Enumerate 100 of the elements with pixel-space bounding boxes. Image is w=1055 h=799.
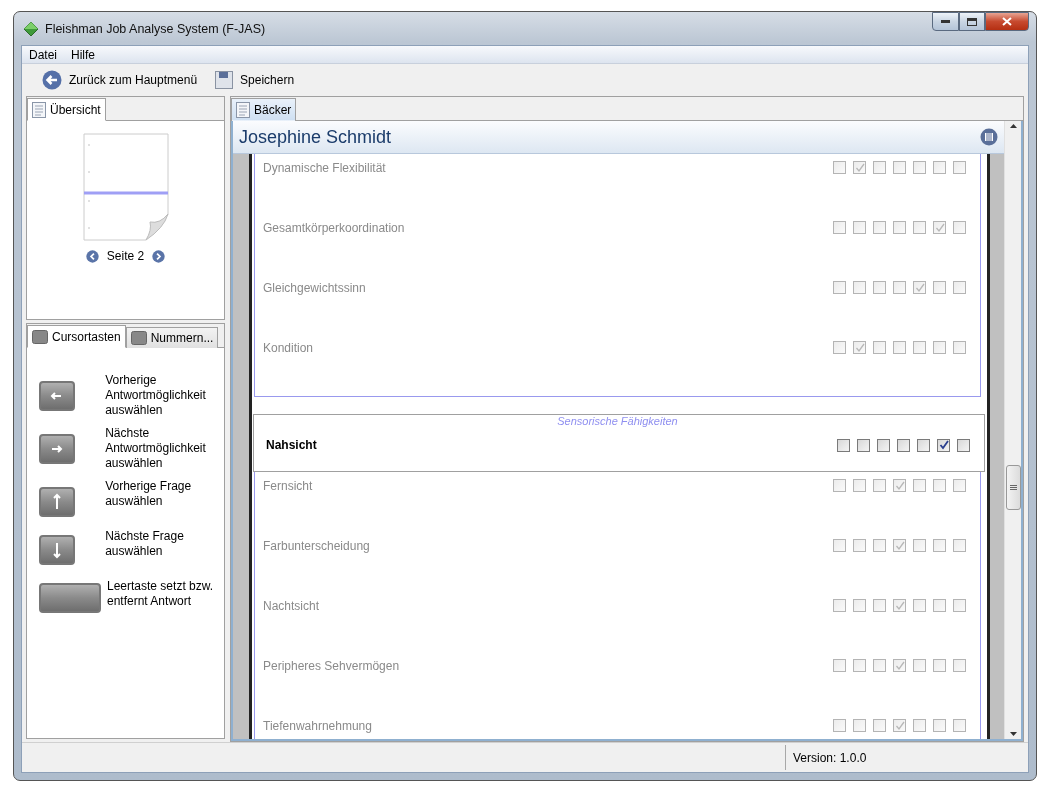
- checkbox[interactable]: [933, 599, 946, 612]
- checkbox[interactable]: [877, 438, 890, 452]
- checkbox[interactable]: [913, 659, 926, 672]
- checkbox[interactable]: [933, 539, 946, 552]
- scroll-down-icon[interactable]: [1009, 732, 1017, 736]
- checkbox[interactable]: [913, 341, 926, 354]
- menu-item[interactable]: Hilfe: [64, 46, 103, 63]
- checkbox[interactable]: [893, 221, 906, 234]
- close-button[interactable]: [985, 12, 1029, 31]
- checkbox[interactable]: [893, 539, 906, 552]
- up-arrow-key-icon: [39, 487, 75, 517]
- checkbox[interactable]: [853, 539, 866, 552]
- question-label: Gleichgewichtssinn: [263, 281, 366, 295]
- checkbox[interactable]: [833, 341, 846, 354]
- page-thumbnail[interactable]: [82, 133, 169, 241]
- checkbox[interactable]: [913, 479, 926, 492]
- checkbox[interactable]: [893, 161, 906, 174]
- checkbox[interactable]: [893, 341, 906, 354]
- checkbox[interactable]: [873, 599, 886, 612]
- checkbox[interactable]: [873, 719, 886, 732]
- checkbox[interactable]: [853, 479, 866, 492]
- checkbox[interactable]: [913, 281, 926, 294]
- checkbox[interactable]: [937, 438, 950, 452]
- checkbox[interactable]: [873, 539, 886, 552]
- scroll-up-icon[interactable]: [1009, 124, 1017, 128]
- checkbox[interactable]: [853, 599, 866, 612]
- checkbox[interactable]: [953, 599, 966, 612]
- maximize-button[interactable]: [959, 12, 985, 31]
- checkbox[interactable]: [853, 161, 866, 174]
- checkbox[interactable]: [837, 438, 850, 452]
- checkbox[interactable]: [953, 659, 966, 672]
- checkbox[interactable]: [933, 479, 946, 492]
- question-label: Kondition: [263, 341, 314, 355]
- key-icon: [32, 329, 48, 344]
- checkbox[interactable]: [953, 719, 966, 732]
- shortcut-description: Leertaste setzt bzw. entfernt Antwort: [107, 579, 215, 609]
- checkbox[interactable]: [857, 438, 870, 452]
- checkbox[interactable]: [873, 221, 886, 234]
- checkbox[interactable]: [933, 341, 946, 354]
- checkbox[interactable]: [897, 438, 910, 452]
- checkbox[interactable]: [917, 438, 930, 452]
- minimize-button[interactable]: [932, 12, 959, 31]
- checkbox[interactable]: [833, 479, 846, 492]
- checkbox[interactable]: [933, 161, 946, 174]
- checkbox[interactable]: [913, 539, 926, 552]
- next-page-button[interactable]: [152, 249, 166, 263]
- key-icon: [130, 331, 147, 345]
- checkbox[interactable]: [933, 281, 946, 294]
- scrollbar[interactable]: [1004, 121, 1021, 739]
- scroll-thumb[interactable]: [1006, 465, 1021, 510]
- checkbox[interactable]: [913, 161, 926, 174]
- checkbox[interactable]: [953, 539, 966, 552]
- checkbox[interactable]: [833, 719, 846, 732]
- checkbox[interactable]: [833, 161, 846, 174]
- window-title: Fleishman Job Analyse System (F-JAS): [45, 21, 267, 36]
- tab[interactable]: Cursortasten: [27, 325, 126, 348]
- down-arrow-key-icon: [39, 535, 75, 565]
- previous-page-button[interactable]: [85, 249, 99, 263]
- left-arrow-key-icon: [39, 381, 75, 411]
- checkbox[interactable]: [893, 479, 906, 492]
- checkbox[interactable]: [957, 438, 970, 452]
- toolbar-button[interactable]: Zurück zum Hauptmenü: [40, 68, 200, 92]
- checkbox[interactable]: [933, 221, 946, 234]
- shortcut-description: Vorherige Frage auswählen: [105, 479, 193, 509]
- checkbox[interactable]: [853, 281, 866, 294]
- checkbox[interactable]: [893, 281, 906, 294]
- checkbox[interactable]: [873, 161, 886, 174]
- checkbox[interactable]: [833, 539, 846, 552]
- checkbox[interactable]: [853, 659, 866, 672]
- checkbox[interactable]: [833, 281, 846, 294]
- checkbox[interactable]: [913, 221, 926, 234]
- checkbox[interactable]: [913, 719, 926, 732]
- checkbox[interactable]: [953, 161, 966, 174]
- shortcut-description: Nächste Antwortmöglichkeit auswählen: [105, 426, 207, 471]
- checkbox[interactable]: [833, 221, 846, 234]
- menu-item[interactable]: Datei: [22, 46, 64, 63]
- tab[interactable]: Nummern...: [125, 327, 219, 348]
- tab[interactable]: Übersicht: [27, 98, 106, 121]
- checkbox[interactable]: [953, 341, 966, 354]
- checkbox[interactable]: [893, 659, 906, 672]
- checkbox[interactable]: [893, 599, 906, 612]
- tab[interactable]: Bäcker: [231, 98, 297, 121]
- checkbox[interactable]: [873, 479, 886, 492]
- checkbox[interactable]: [873, 659, 886, 672]
- checkbox[interactable]: [953, 479, 966, 492]
- checkbox[interactable]: [833, 659, 846, 672]
- checkbox[interactable]: [893, 719, 906, 732]
- checkbox[interactable]: [953, 221, 966, 234]
- columns-button-icon[interactable]: [980, 128, 998, 146]
- checkbox[interactable]: [933, 719, 946, 732]
- checkbox[interactable]: [853, 719, 866, 732]
- checkbox[interactable]: [873, 281, 886, 294]
- toolbar-button[interactable]: Speichern: [213, 69, 297, 91]
- checkbox[interactable]: [873, 341, 886, 354]
- checkbox[interactable]: [933, 659, 946, 672]
- checkbox[interactable]: [953, 281, 966, 294]
- checkbox[interactable]: [833, 599, 846, 612]
- checkbox[interactable]: [853, 341, 866, 354]
- checkbox[interactable]: [913, 599, 926, 612]
- checkbox[interactable]: [853, 221, 866, 234]
